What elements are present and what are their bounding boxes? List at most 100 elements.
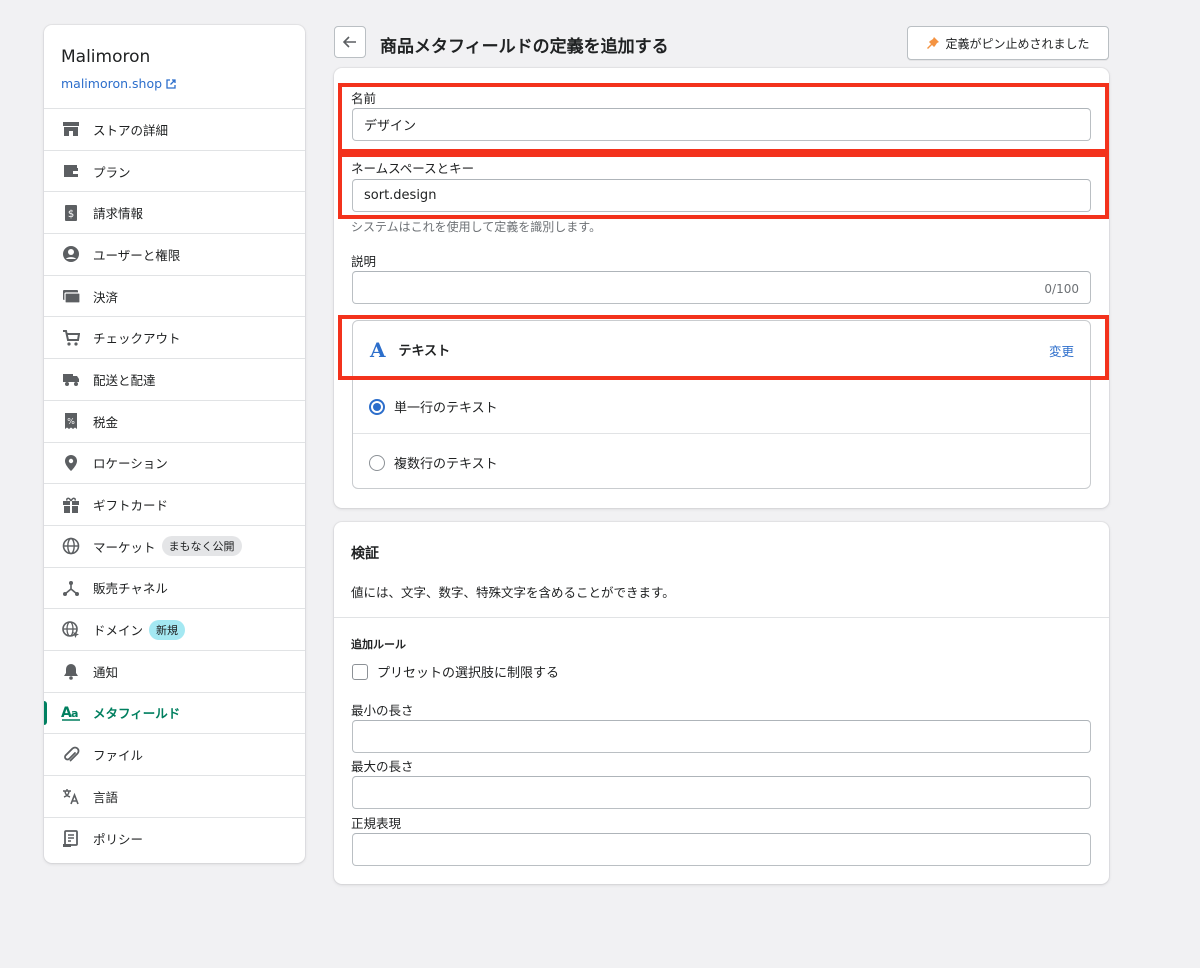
store-name: Malimoron — [61, 47, 151, 67]
regex-label: 正規表現 — [351, 816, 402, 831]
back-button[interactable] — [334, 26, 366, 58]
validation-description: 値には、文字、数字、特殊文字を含めることができます。 — [351, 585, 675, 600]
sidebar-item-locations[interactable]: ロケーション — [44, 443, 305, 485]
receipt-icon: % — [61, 411, 81, 431]
sidebar-item-users[interactable]: ユーザーと権限 — [44, 234, 305, 276]
sidebar-item-taxes[interactable]: % 税金 — [44, 401, 305, 443]
sidebar-item-label: 決済 — [93, 289, 119, 305]
pin-icon — [927, 37, 940, 49]
namespace-key-input[interactable]: sort.design — [352, 179, 1091, 212]
preset-choices-checkbox[interactable] — [352, 663, 368, 680]
sidebar-item-checkout[interactable]: チェックアウト — [44, 317, 305, 360]
content-type-header: A テキスト — [353, 321, 1090, 379]
option-divider — [353, 433, 1090, 434]
pinned-button[interactable]: 定義がピン止めされました — [907, 26, 1109, 60]
validation-divider — [334, 617, 1109, 618]
external-link-icon — [166, 78, 176, 89]
arrow-left-icon — [343, 36, 356, 48]
sidebar-item-label: チェックアウト — [93, 331, 181, 347]
sidebar-item-plan[interactable]: プラン — [44, 151, 305, 193]
sidebar-item-label: 請求情報 — [93, 206, 144, 222]
sidebar-item-billing[interactable]: $ 請求情報 — [44, 192, 305, 235]
sidebar-item-markets[interactable]: マーケット まもなく公開 — [44, 526, 305, 568]
namespace-key-value: sort.design — [364, 188, 437, 203]
svg-text:%: % — [67, 417, 75, 426]
sidebar-item-label: ギフトカード — [93, 498, 169, 514]
sidebar-item-label: マーケット — [93, 539, 156, 555]
cart-icon — [61, 328, 81, 348]
sidebar-item-store-details[interactable]: ストアの詳細 — [44, 109, 305, 151]
settings-sidebar: Malimoron malimoron.shop ストアの詳細 プラン $ 請求… — [44, 25, 305, 863]
translate-icon — [61, 786, 81, 806]
sidebar-item-domains[interactable]: ドメイン 新規 — [44, 609, 305, 651]
domain-globe-icon — [61, 620, 81, 640]
preset-choices-label: プリセットの選択肢に制限する — [377, 666, 560, 681]
sidebar-item-label: ロケーション — [93, 456, 168, 472]
paperclip-icon — [61, 745, 81, 765]
location-pin-icon — [61, 453, 81, 473]
store-link-text[interactable]: malimoron.shop — [61, 76, 162, 91]
store-icon — [61, 119, 81, 139]
sidebar-item-label: 税金 — [93, 414, 119, 430]
sidebar-item-shipping[interactable]: 配送と配達 — [44, 359, 305, 401]
description-input[interactable]: 0/100 — [352, 271, 1091, 304]
content-type-name: テキスト — [398, 344, 451, 359]
store-header: Malimoron malimoron.shop — [44, 25, 305, 109]
gift-icon — [61, 495, 81, 515]
sidebar-item-payments[interactable]: 決済 — [44, 276, 305, 318]
page-title: 商品メタフィールドの定義を追加する — [380, 37, 669, 57]
namespace-key-label: ネームスペースとキー — [351, 161, 475, 176]
sidebar-item-label: ファイル — [93, 748, 144, 764]
sidebar-item-label: ポリシー — [93, 832, 144, 848]
metafields-icon: Aa — [61, 703, 81, 723]
globe-icon — [61, 536, 81, 556]
name-input-value: デザイン — [364, 119, 417, 134]
sidebar-item-label: ドメイン — [93, 623, 144, 639]
truck-icon — [61, 369, 81, 389]
channels-icon — [61, 578, 81, 598]
description-label: 説明 — [351, 254, 377, 269]
sidebar-item-label: メタフィールド — [93, 706, 181, 722]
svg-text:$: $ — [68, 209, 74, 220]
bell-icon — [61, 661, 81, 681]
sidebar-item-languages[interactable]: 言語 — [44, 776, 305, 818]
payments-icon — [61, 286, 81, 306]
user-circle-icon — [61, 244, 81, 264]
sidebar-item-metafields[interactable]: Aa メタフィールド — [44, 693, 305, 735]
min-length-input[interactable] — [352, 720, 1091, 753]
text-type-icon: A — [370, 337, 386, 362]
store-link[interactable]: malimoron.shop — [61, 76, 288, 91]
sidebar-item-policies[interactable]: ポリシー — [44, 818, 305, 860]
name-input[interactable]: デザイン — [352, 108, 1091, 141]
validation-card — [334, 522, 1109, 884]
namespace-key-help: システムはこれを使用して定義を識別します。 — [351, 220, 602, 234]
sidebar-item-label: ユーザーと権限 — [93, 247, 181, 263]
additional-rules-heading: 追加ルール — [351, 638, 406, 651]
wallet-icon — [61, 161, 81, 181]
max-length-input[interactable] — [352, 776, 1091, 809]
sidebar-item-label: プラン — [93, 164, 131, 180]
preset-choices-option[interactable]: プリセットの選択肢に制限する — [352, 662, 559, 681]
sidebar-item-label: 配送と配達 — [93, 372, 156, 388]
option-label: 単一行のテキスト — [394, 401, 498, 416]
radio-single-line[interactable] — [369, 398, 385, 415]
option-multi-line[interactable]: 複数行のテキスト — [353, 453, 1090, 472]
new-badge: 新規 — [149, 619, 186, 640]
sidebar-item-files[interactable]: ファイル — [44, 734, 305, 776]
sidebar-item-label: ストアの詳細 — [93, 122, 169, 138]
change-type-link[interactable]: 変更 — [1049, 341, 1074, 360]
sidebar-item-gift-cards[interactable]: ギフトカード — [44, 484, 305, 526]
name-label: 名前 — [351, 91, 377, 106]
sidebar-item-notifications[interactable]: 通知 — [44, 651, 305, 693]
regex-input[interactable] — [352, 833, 1091, 866]
validation-title: 検証 — [351, 546, 379, 562]
description-counter: 0/100 — [1044, 282, 1079, 296]
content-type-box: A テキスト 変更 単一行のテキスト 複数行のテキスト — [352, 320, 1091, 489]
max-length-label: 最大の長さ — [351, 759, 414, 774]
min-length-label: 最小の長さ — [351, 703, 414, 718]
sidebar-item-sales-channels[interactable]: 販売チャネル — [44, 568, 305, 610]
svg-text:a: a — [71, 707, 78, 720]
pinned-label: 定義がピン止めされました — [945, 36, 1090, 51]
radio-multi-line[interactable] — [369, 454, 385, 471]
option-single-line[interactable]: 単一行のテキスト — [353, 397, 1090, 416]
